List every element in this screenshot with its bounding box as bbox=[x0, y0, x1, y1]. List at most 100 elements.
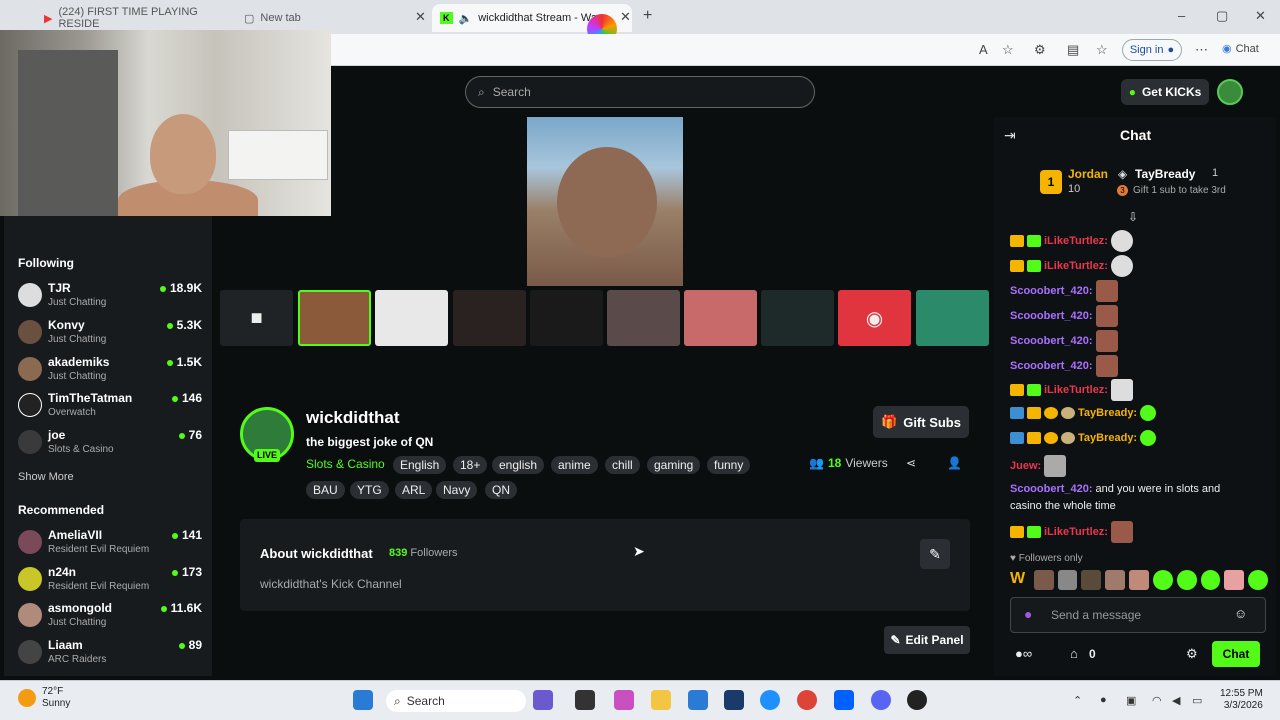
app-icon[interactable] bbox=[724, 690, 744, 710]
participant-tile[interactable] bbox=[530, 290, 603, 346]
tag-chip[interactable]: BAU bbox=[306, 481, 345, 499]
mic-icon[interactable]: ● bbox=[1024, 606, 1032, 622]
search-input[interactable]: ⌕ Search bbox=[465, 76, 815, 108]
tag-chip[interactable]: gaming bbox=[647, 456, 701, 474]
tag-chip[interactable]: funny bbox=[707, 456, 751, 474]
dropbox-icon[interactable] bbox=[834, 690, 854, 710]
weather-widget[interactable]: 72°F Sunny bbox=[18, 686, 70, 710]
participant-tile[interactable] bbox=[375, 290, 448, 346]
favorites-icon[interactable]: ☆ bbox=[1096, 42, 1108, 58]
send-chat-button[interactable]: Chat bbox=[1212, 641, 1260, 667]
user-avatar[interactable] bbox=[1217, 79, 1243, 105]
tag-chip[interactable]: english bbox=[492, 456, 545, 474]
chevron-up-icon[interactable]: ⌃ bbox=[1073, 694, 1082, 707]
emote-icon[interactable] bbox=[1248, 570, 1268, 590]
close-window-icon[interactable]: ✕ bbox=[1255, 8, 1266, 24]
participant-tile[interactable] bbox=[453, 290, 526, 346]
extensions-icon[interactable]: ⚙ bbox=[1034, 42, 1046, 58]
settings-icon[interactable]: ⚙ bbox=[1186, 646, 1198, 662]
tag-chip[interactable]: 18+ bbox=[453, 456, 488, 474]
discord-icon[interactable] bbox=[871, 690, 891, 710]
participant-tile[interactable] bbox=[761, 290, 834, 346]
emote-icon[interactable] bbox=[1152, 570, 1173, 590]
battery-icon[interactable]: ▭ bbox=[1192, 694, 1202, 707]
close-tab-icon[interactable]: ✕ bbox=[620, 9, 631, 25]
participant-tile[interactable]: ■ bbox=[220, 290, 293, 346]
share-icon[interactable]: ⋖ bbox=[906, 456, 916, 470]
leader-name[interactable]: TayBready bbox=[1135, 167, 1195, 181]
tag-chip[interactable]: QN bbox=[485, 481, 517, 499]
emote-icon[interactable] bbox=[1200, 570, 1221, 590]
kick-points-icon[interactable]: ●∞ bbox=[1015, 646, 1032, 661]
emote-icon[interactable]: W bbox=[1010, 570, 1030, 590]
emote-icon[interactable] bbox=[1129, 570, 1149, 590]
edge-icon[interactable] bbox=[760, 690, 780, 710]
collapse-chat-icon[interactable]: ⇥ bbox=[1004, 127, 1016, 144]
video-player[interactable] bbox=[527, 117, 683, 286]
sign-in-button[interactable]: Sign in ● bbox=[1122, 39, 1182, 61]
leader-name[interactable]: Jordan bbox=[1068, 167, 1108, 181]
file-explorer-icon[interactable] bbox=[651, 690, 671, 710]
new-tab-icon[interactable]: + bbox=[643, 7, 652, 25]
read-aloud-icon[interactable]: A bbox=[979, 42, 988, 57]
minimize-icon[interactable]: – bbox=[1178, 8, 1185, 23]
gift-icon[interactable]: ⌂ bbox=[1070, 646, 1078, 661]
app-tray-icon[interactable]: ▣ bbox=[1126, 694, 1136, 707]
maximize-icon[interactable]: ▢ bbox=[1216, 8, 1228, 24]
show-more-link[interactable]: Show More bbox=[18, 471, 74, 483]
favorite-icon[interactable]: ☆ bbox=[1002, 42, 1014, 58]
emote-icon[interactable] bbox=[1224, 570, 1245, 590]
sidebar-item-liaam[interactable]: Liaam ARC Raiders 89 bbox=[18, 638, 204, 672]
participant-tile[interactable] bbox=[916, 290, 989, 346]
category-link[interactable]: Slots & Casino bbox=[306, 457, 385, 471]
tag-chip[interactable]: YTG bbox=[350, 481, 389, 499]
participant-tile[interactable] bbox=[298, 290, 371, 346]
chrome-icon[interactable] bbox=[797, 690, 817, 710]
close-tab-icon[interactable]: ✕ bbox=[415, 9, 426, 25]
emote-icon[interactable] bbox=[1033, 570, 1054, 590]
chat-input[interactable]: Send a message bbox=[1010, 597, 1266, 633]
get-kicks-button[interactable]: ● Get KICKs bbox=[1121, 79, 1209, 105]
pin-icon[interactable]: ⇩ bbox=[1128, 210, 1138, 224]
more-icon[interactable]: ⋯ bbox=[1195, 42, 1208, 58]
person-icon[interactable]: 👤 bbox=[947, 456, 962, 470]
sidebar-item-asmongold[interactable]: asmongold Just Chatting 11.6K bbox=[18, 601, 204, 635]
store-icon[interactable] bbox=[688, 690, 708, 710]
copilot-app-icon[interactable] bbox=[614, 690, 634, 710]
channel-name[interactable]: wickdidthat bbox=[306, 408, 400, 428]
copilot-button[interactable]: ◉ Chat bbox=[1222, 42, 1259, 56]
taskbar-search[interactable]: ⌕ Search bbox=[386, 690, 526, 712]
windows-icon[interactable] bbox=[353, 690, 373, 710]
sidebar-item-joe[interactable]: joe Slots & Casino 76 bbox=[18, 428, 204, 462]
tag-chip[interactable]: chill bbox=[605, 456, 640, 474]
edit-button[interactable]: ✎ bbox=[920, 539, 950, 569]
sidebar-item-konvy[interactable]: Konvy Just Chatting 5.3K bbox=[18, 318, 204, 352]
wifi-icon[interactable]: ◠ bbox=[1152, 694, 1162, 707]
volume-icon[interactable]: ◀ bbox=[1172, 694, 1180, 707]
mic-icon[interactable]: ● bbox=[1100, 694, 1107, 706]
tag-chip[interactable]: anime bbox=[551, 456, 598, 474]
browser-tab-youtube[interactable]: ▶ (224) FIRST TIME PLAYING RESIDE bbox=[36, 4, 236, 32]
app-icon[interactable] bbox=[907, 690, 927, 710]
sidebar-item-tjr[interactable]: TJR Just Chatting 18.9K bbox=[18, 281, 204, 315]
participant-tile[interactable]: ◉ bbox=[838, 290, 911, 346]
participant-tile[interactable] bbox=[684, 290, 757, 346]
browser-tab-newtab[interactable]: ▢ New tab bbox=[236, 4, 436, 32]
split-icon[interactable]: ▤ bbox=[1067, 42, 1079, 58]
emote-icon[interactable] bbox=[1105, 570, 1126, 590]
clock[interactable]: 12:55 PM 3/3/2026 bbox=[1220, 688, 1263, 712]
emote-icon[interactable] bbox=[1081, 570, 1102, 590]
smile-icon[interactable]: ☺ bbox=[1234, 606, 1247, 621]
participant-tile[interactable] bbox=[607, 290, 680, 346]
sidebar-item-ameliavii[interactable]: AmeliaVII Resident Evil Requiem 141 bbox=[18, 528, 204, 562]
emote-icon[interactable] bbox=[1176, 570, 1197, 590]
gift-subs-button[interactable]: 🎁 Gift Subs bbox=[873, 406, 969, 438]
tag-chip[interactable]: ARL bbox=[395, 481, 433, 499]
sidebar-item-n24n[interactable]: n24n Resident Evil Requiem 173 bbox=[18, 565, 204, 599]
sidebar-item-akademiks[interactable]: akademiks Just Chatting 1.5K bbox=[18, 355, 204, 389]
tag-chip[interactable]: Navy bbox=[436, 481, 478, 499]
app-icon[interactable] bbox=[533, 690, 553, 710]
sidebar-item-timthetatman[interactable]: TimTheTatman Overwatch 146 bbox=[18, 391, 204, 425]
emote-icon[interactable] bbox=[1057, 570, 1078, 590]
tag-chip[interactable]: English bbox=[393, 456, 447, 474]
